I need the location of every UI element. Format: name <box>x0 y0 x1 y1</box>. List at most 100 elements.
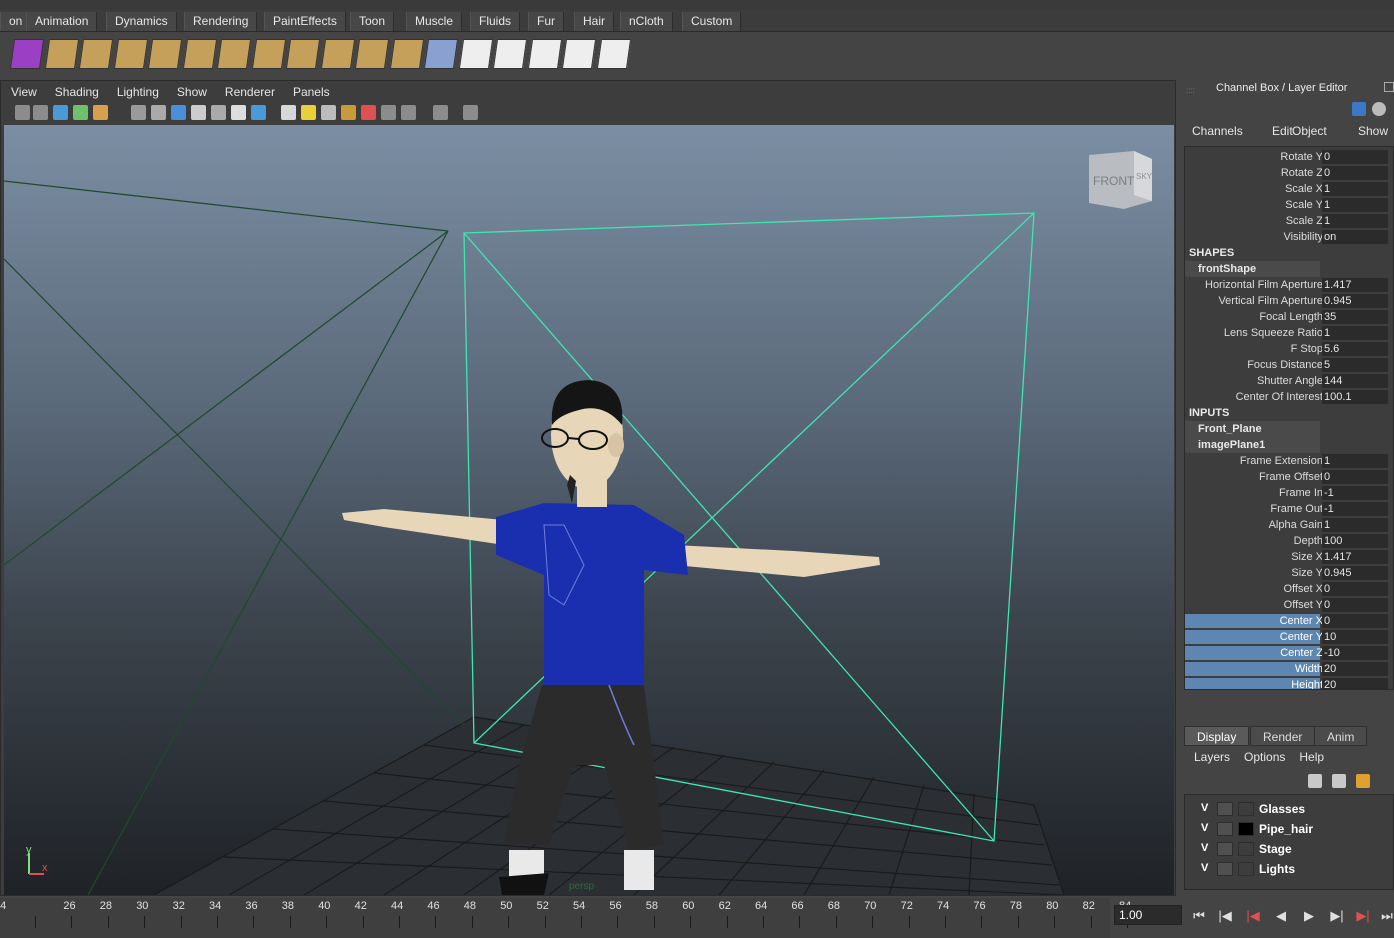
channel-name[interactable]: Scale Y <box>1285 197 1323 213</box>
checker-icon[interactable] <box>458 39 493 69</box>
channel-name[interactable]: Offset Y <box>1284 597 1323 613</box>
wireframe-icon[interactable] <box>211 105 226 120</box>
tab-render[interactable]: Render <box>1250 726 1316 746</box>
channel-row[interactable]: Height 20 <box>1185 677 1393 689</box>
joint-xray-icon[interactable] <box>401 105 416 120</box>
shelf-tab[interactable]: Muscle <box>406 12 463 31</box>
channel-value-field[interactable]: 0 <box>1322 150 1388 164</box>
channel-row[interactable]: Vertical Film Aperture 0.945 <box>1185 293 1393 309</box>
uv-edit-icon[interactable] <box>147 39 183 69</box>
image-plane-icon[interactable] <box>191 105 206 120</box>
time-slider[interactable]: 24 26 28 30 32 34 36 38 40 42 44 46 48 50 52 54 56 58 60 62… <box>0 898 1131 938</box>
tab-anim[interactable]: Anim <box>1314 726 1368 746</box>
layer-display-type-toggle[interactable] <box>1217 862 1233 876</box>
layer-menu-help[interactable]: Help <box>1299 750 1324 764</box>
channel-row[interactable]: Depth 100 <box>1185 533 1393 549</box>
shelf-tab[interactable]: Rendering <box>184 12 258 31</box>
texture-icon[interactable] <box>281 105 296 120</box>
play-forward-icon[interactable]: ▶ <box>1298 906 1320 926</box>
3d-viewport[interactable]: FRONT SKY y x persp <box>4 125 1174 895</box>
channel-name[interactable]: Offset X <box>1283 581 1323 597</box>
shelf-tab[interactable]: Hair <box>574 12 615 31</box>
channel-value-field[interactable]: 0.945 <box>1322 294 1388 308</box>
channel-value-field[interactable]: -1 <box>1322 486 1388 500</box>
channel-name[interactable]: Vertical Film Aperture <box>1218 293 1323 309</box>
channel-name[interactable]: Alpha Gain <box>1269 517 1323 533</box>
channel-name[interactable]: Height <box>1291 677 1323 689</box>
channel-value-field[interactable]: 5 <box>1322 358 1388 372</box>
channel-row[interactable]: Focus Distance 5 <box>1185 357 1393 373</box>
panel-menu-show[interactable]: Show <box>177 83 207 101</box>
layer-display-type-toggle[interactable] <box>1217 842 1233 856</box>
current-time-field[interactable]: 1.00 <box>1114 905 1182 925</box>
checker-arrow-icon[interactable] <box>492 39 528 69</box>
channel-row[interactable]: Rotate Y0 <box>1185 149 1393 165</box>
lights-icon[interactable] <box>301 105 316 120</box>
channel-row[interactable]: Center Of Interest 100.1 <box>1185 389 1393 405</box>
layer-color-swatch[interactable] <box>1238 822 1254 836</box>
plane-icon[interactable] <box>44 39 79 69</box>
channel-value-field[interactable]: 100.1 <box>1322 390 1388 404</box>
layer-color-swatch[interactable] <box>1238 862 1254 876</box>
layer-name[interactable]: Glasses <box>1259 802 1305 816</box>
texture-display-icon[interactable] <box>463 105 478 120</box>
camera-attrs-icon[interactable] <box>33 105 48 120</box>
channel-name[interactable]: F Stop <box>1291 341 1323 357</box>
channel-value-field[interactable]: 1.417 <box>1322 278 1388 292</box>
layer-visibility-toggle[interactable]: V <box>1201 822 1208 834</box>
channel-name[interactable]: Focus Distance <box>1247 357 1323 373</box>
step-forward-key-icon[interactable]: ▶| <box>1326 906 1348 926</box>
channel-value-field[interactable]: 0 <box>1322 166 1388 180</box>
channel-name[interactable]: Width <box>1295 661 1323 677</box>
channel-name[interactable]: Center X <box>1280 613 1323 629</box>
channel-row[interactable]: Rotate Z0 <box>1185 165 1393 181</box>
channel-name[interactable]: Size Y <box>1291 565 1323 581</box>
channel-row[interactable]: Visibility on <box>1185 229 1393 245</box>
channel-value-field[interactable]: 20 <box>1322 678 1388 689</box>
shadows-icon[interactable] <box>321 105 336 120</box>
channel-value-field[interactable]: 5.6 <box>1322 342 1388 356</box>
checker-grid-icon[interactable] <box>561 39 597 69</box>
view-cube[interactable]: FRONT SKY <box>1089 151 1153 209</box>
channel-value-field[interactable]: 10 <box>1322 630 1388 644</box>
uv-plane-icon[interactable] <box>78 39 114 69</box>
safe-action-icon[interactable] <box>171 105 186 120</box>
shelf-tab[interactable]: Dynamics <box>106 12 177 31</box>
layer-menu-layers[interactable]: Layers <box>1194 750 1230 764</box>
channel-row[interactable]: Frame Out -1 <box>1185 501 1393 517</box>
layer-menu-options[interactable]: Options <box>1244 750 1285 764</box>
polygon-cube-icon[interactable] <box>9 39 45 69</box>
input-node-name[interactable]: imagePlane1 <box>1185 437 1320 453</box>
channel-name[interactable]: Scale X <box>1285 181 1323 197</box>
layout-uv-icon[interactable] <box>354 39 390 69</box>
channel-value-field[interactable]: 0.945 <box>1322 566 1388 580</box>
shelf-tab[interactable]: Fur <box>528 12 564 31</box>
channel-value-field[interactable]: on <box>1322 230 1388 244</box>
xray-icon[interactable] <box>341 105 356 120</box>
channel-value-field[interactable]: 1 <box>1322 326 1388 340</box>
channel-name[interactable]: Center Of Interest <box>1236 389 1323 405</box>
channel-menu-show[interactable]: Show <box>1358 124 1388 138</box>
channel-name[interactable]: Frame Out <box>1270 501 1323 517</box>
channel-menu-edit[interactable]: Edit <box>1272 124 1293 138</box>
fold-icon[interactable] <box>320 39 355 69</box>
layer-row[interactable]: V Glasses <box>1185 799 1393 819</box>
layer-display-type-toggle[interactable] <box>1217 822 1233 836</box>
channel-name[interactable]: Lens Squeeze Ratio <box>1224 325 1323 341</box>
channel-row[interactable]: Offset X0 <box>1185 581 1393 597</box>
channel-row[interactable]: Lens Squeeze Ratio 1 <box>1185 325 1393 341</box>
pivot-icon[interactable] <box>93 105 108 120</box>
shape-node-name[interactable]: frontShape <box>1185 261 1320 277</box>
channel-value-field[interactable]: -10 <box>1322 646 1388 660</box>
grid-uv-icon[interactable] <box>251 39 286 69</box>
channel-row[interactable]: Alpha Gain 1 <box>1185 517 1393 533</box>
channel-menu-object[interactable]: Object <box>1292 124 1327 138</box>
channel-name[interactable]: Frame Offset <box>1259 469 1323 485</box>
channel-row[interactable]: Horizontal Film Aperture 1.417 <box>1185 277 1393 293</box>
tab-display[interactable]: Display <box>1184 726 1250 746</box>
bookmark-icon[interactable] <box>53 105 68 120</box>
channel-value-field[interactable]: 35 <box>1322 310 1388 324</box>
play-backward-icon[interactable]: ◀ <box>1270 906 1292 926</box>
channel-name[interactable]: Center Y <box>1280 629 1323 645</box>
panel-menu-view[interactable]: View <box>11 83 37 101</box>
